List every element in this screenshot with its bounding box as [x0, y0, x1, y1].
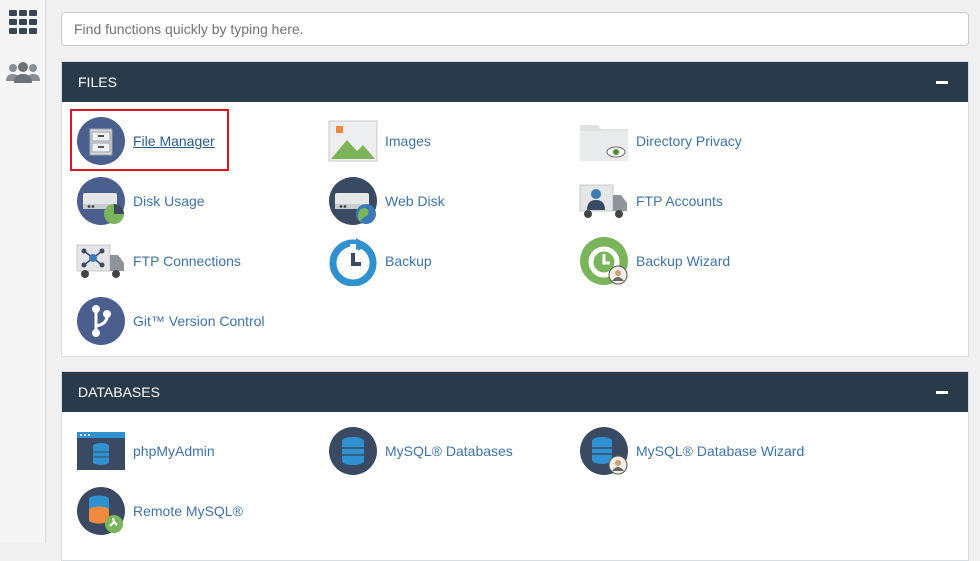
- grid-icon[interactable]: [0, 2, 46, 42]
- directory-privacy-link[interactable]: Directory Privacy: [579, 116, 742, 166]
- phpmyadmin-icon: [77, 432, 125, 470]
- collapse-icon[interactable]: [936, 390, 948, 394]
- ftp-network-truck-icon: [76, 244, 124, 278]
- file-manager-label: File Manager: [133, 133, 215, 149]
- mysql-databases-label: MySQL® Databases: [385, 443, 513, 459]
- databases-panel-title: DATABASES: [78, 384, 160, 400]
- ftp-connections-label: FTP Connections: [133, 253, 241, 269]
- databases-panel: DATABASES phpMyAdmin MySQL® Databases My…: [61, 371, 969, 561]
- mysql-databases-link[interactable]: MySQL® Databases: [328, 426, 513, 476]
- files-panel-header: FILES: [62, 62, 968, 102]
- file-manager-link[interactable]: File Manager: [76, 116, 215, 166]
- backup-clock-icon: [329, 238, 377, 286]
- git-version-control-label: Git™ Version Control: [133, 313, 265, 329]
- git-version-control-link[interactable]: Git™ Version Control: [76, 296, 265, 346]
- remote-mysql-label: Remote MySQL®: [133, 503, 243, 519]
- directory-privacy-label: Directory Privacy: [636, 133, 742, 149]
- files-panel: FILES File Manager Images Directory Priv…: [61, 61, 969, 357]
- ftp-connections-link[interactable]: FTP Connections: [76, 236, 241, 286]
- web-disk-icon: [329, 177, 377, 225]
- remote-mysql-link[interactable]: Remote MySQL®: [76, 486, 243, 536]
- file-cabinet-icon: [77, 117, 125, 165]
- ftp-accounts-link[interactable]: FTP Accounts: [579, 176, 723, 226]
- database-icon: [329, 427, 377, 475]
- files-panel-title: FILES: [78, 74, 117, 90]
- disk-usage-label: Disk Usage: [133, 193, 205, 209]
- disk-pie-icon: [77, 177, 125, 225]
- backup-label: Backup: [385, 253, 432, 269]
- ftp-user-truck-icon: [579, 184, 627, 218]
- web-disk-link[interactable]: Web Disk: [328, 176, 445, 226]
- image-icon: [328, 120, 378, 162]
- database-wizard-icon: [580, 427, 628, 475]
- backup-link[interactable]: Backup: [328, 236, 432, 286]
- mysql-database-wizard-link[interactable]: MySQL® Database Wizard: [579, 426, 804, 476]
- mysql-database-wizard-label: MySQL® Database Wizard: [636, 443, 805, 459]
- git-branch-icon: [77, 297, 125, 345]
- remote-database-icon: [77, 487, 125, 535]
- backup-wizard-icon: [580, 237, 628, 285]
- disk-usage-link[interactable]: Disk Usage: [76, 176, 205, 226]
- images-link[interactable]: Images: [328, 116, 431, 166]
- collapse-icon[interactable]: [936, 80, 948, 84]
- folder-eye-icon: [580, 125, 628, 161]
- backup-wizard-label: Backup Wizard: [636, 253, 731, 269]
- images-label: Images: [385, 133, 431, 149]
- phpmyadmin-link[interactable]: phpMyAdmin: [76, 426, 215, 476]
- databases-panel-header: DATABASES: [62, 372, 968, 412]
- web-disk-label: Web Disk: [385, 193, 445, 209]
- ftp-accounts-label: FTP Accounts: [636, 193, 723, 209]
- search-input[interactable]: [61, 12, 969, 46]
- main-content: FILES File Manager Images: [46, 0, 980, 561]
- backup-wizard-link[interactable]: Backup Wizard: [579, 236, 730, 286]
- users-icon[interactable]: [0, 52, 46, 92]
- left-sidebar: [0, 0, 46, 543]
- phpmyadmin-label: phpMyAdmin: [133, 443, 215, 459]
